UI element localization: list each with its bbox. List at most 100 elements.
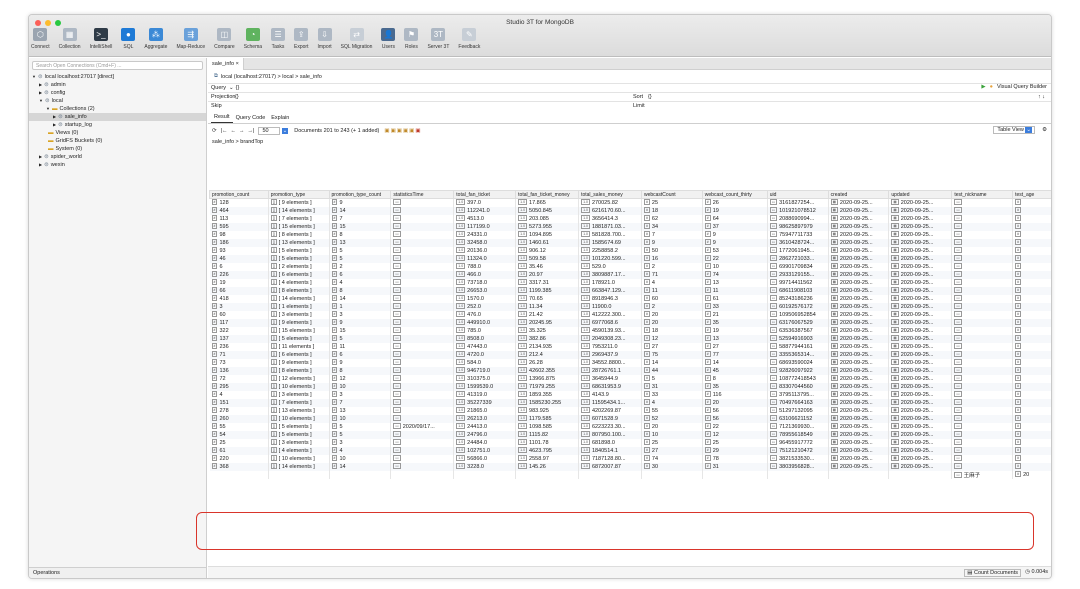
table-cell[interactable]: ▭ 51297132095 xyxy=(767,406,829,415)
view-mode-select[interactable]: Table View ⌄ xyxy=(993,126,1035,134)
table-cell[interactable]: #8 xyxy=(329,230,392,239)
table-cell[interactable]: ▭ xyxy=(390,246,455,255)
toolbar-import-button[interactable]: ⇩ Import xyxy=(317,28,332,50)
table-row[interactable]: #113[][ 7 elements ] #7 ▭ 1.0 4513.0 1.0 203.0… xyxy=(209,214,1051,223)
table-cell[interactable]: ▦ 2020-09-25... xyxy=(888,358,953,367)
chevron-down-icon[interactable]: ⌄ xyxy=(281,128,289,134)
tree-item-sale-info[interactable]: ▶ ⊜ sale_info xyxy=(29,113,206,121)
table-cell[interactable]: ▭ 3795113795... xyxy=(767,390,829,399)
table-cell[interactable]: 1.0 788.0 xyxy=(453,262,517,271)
column-header-created[interactable]: created xyxy=(827,190,890,199)
table-cell[interactable]: #113 xyxy=(209,214,269,223)
table-cell[interactable]: ▦ 2020-09-25... xyxy=(828,198,890,207)
tab-query-code[interactable]: Query Code xyxy=(233,115,269,123)
table-cell[interactable]: ▦ 2020-09-25... xyxy=(828,286,890,295)
table-cell[interactable]: 1.0 11595434.1... xyxy=(578,398,642,407)
table-cell[interactable]: #10 xyxy=(329,414,392,423)
table-cell[interactable]: #37 xyxy=(702,222,768,231)
table-cell[interactable]: ▦ 2020-09-25... xyxy=(888,390,953,399)
table-cell[interactable]: ▭ xyxy=(951,230,1014,239)
table-cell[interactable]: #10 xyxy=(702,262,768,271)
table-cell[interactable]: 1.0 1570.0 xyxy=(453,294,517,303)
toolbar-export-button[interactable]: ⇪ Export xyxy=(294,28,308,50)
table-cell[interactable]: 1.0 11.34 xyxy=(515,302,580,311)
table-cell[interactable]: ▭ 101921078512 xyxy=(767,206,829,215)
table-cell[interactable]: ▭ 2862721033... xyxy=(767,254,829,263)
table-cell[interactable]: ▦ 2020-09-25... xyxy=(828,262,890,271)
table-cell[interactable]: ▭ xyxy=(390,278,455,287)
table-cell[interactable]: ▭ 3610428724... xyxy=(767,238,829,247)
last-page-icon[interactable]: →| xyxy=(248,128,255,134)
table-row[interactable]: #66[][ 8 elements ] #8 ▭ 1.0 26653.0 1.0 1199.… xyxy=(209,286,1051,295)
table-cell[interactable]: #33 xyxy=(641,390,703,399)
table-cell[interactable]: 1.0 28726761.1 xyxy=(578,366,642,375)
table-cell[interactable]: ▭ 3803956828... xyxy=(767,462,829,471)
table-cell[interactable]: #20 xyxy=(641,310,703,319)
table-row[interactable]: #186[][ 13 elements ] #13 ▭ 1.0 32458.0 1.0 14… xyxy=(209,238,1051,247)
table-cell[interactable]: 1.0 4590139.93... xyxy=(578,326,642,335)
table-cell[interactable]: #18 xyxy=(641,326,703,335)
table-cell[interactable]: [][ 3 elements ] xyxy=(268,310,330,319)
table-cell[interactable]: 1.0 203.085 xyxy=(515,214,580,223)
table-cell[interactable]: #13 xyxy=(329,406,392,415)
table-cell[interactable]: ▭ xyxy=(951,342,1014,351)
table-cell[interactable]: #25 xyxy=(641,438,703,447)
close-icon[interactable]: × xyxy=(236,61,239,67)
table-cell[interactable]: # xyxy=(1012,278,1051,287)
table-cell[interactable]: #35 xyxy=(702,382,768,391)
tree-item-spider-world[interactable]: ▶ ⊜ spider_world xyxy=(29,153,206,161)
table-cell[interactable]: ▭ xyxy=(951,254,1014,263)
table-cell[interactable]: #4 xyxy=(329,278,392,287)
table-cell[interactable]: # xyxy=(1012,270,1051,279)
table-cell[interactable]: 1.0 41319.0 xyxy=(453,390,517,399)
table-cell[interactable]: #3 xyxy=(209,302,269,311)
table-cell[interactable]: ▦ 2020-09-25... xyxy=(888,430,953,439)
table-cell[interactable]: 1.0 1101.78 xyxy=(515,438,580,447)
table-cell[interactable]: #78 xyxy=(702,454,768,463)
table-cell[interactable]: #33 xyxy=(702,302,768,311)
first-page-icon[interactable]: |← xyxy=(221,128,228,134)
table-cell[interactable]: [][ 3 elements ] xyxy=(268,390,330,399)
table-cell[interactable]: [][ 15 elements ] xyxy=(268,326,330,335)
table-cell[interactable]: ▭ xyxy=(390,206,455,215)
table-cell[interactable]: 1.0 35227339 xyxy=(453,398,517,407)
table-row[interactable]: #322[][ 15 elements ] #15 ▭ 1.0 785.0 1.0 35.3… xyxy=(209,326,1051,335)
column-header-webcastcount[interactable]: webcastCount xyxy=(640,190,703,199)
column-header-updated[interactable]: updated xyxy=(888,190,953,199)
table-cell[interactable]: # xyxy=(1012,286,1051,295)
table-cell[interactable]: [][ 10 elements ] xyxy=(268,414,330,423)
table-cell[interactable]: ▦ 2020-09-25... xyxy=(888,318,953,327)
table-cell[interactable]: # xyxy=(1012,246,1051,255)
table-cell[interactable]: #50 xyxy=(641,246,703,255)
table-cell[interactable]: #151 xyxy=(209,398,269,407)
table-cell[interactable]: 1.0 4143.9 xyxy=(578,390,642,399)
table-cell[interactable] xyxy=(329,470,392,479)
table-cell[interactable]: ▭ 7121369930... xyxy=(767,422,829,431)
expand-arrow-icon[interactable]: ▶ xyxy=(39,162,42,167)
table-cell[interactable]: 1.0 212.4 xyxy=(515,350,580,359)
table-cell[interactable]: 1.0 1179.585 xyxy=(515,414,580,423)
table-cell[interactable]: # xyxy=(1012,222,1051,231)
table-cell[interactable]: 1.0 11324.0 xyxy=(453,254,517,263)
table-cell[interactable]: 1.0 26213.0 xyxy=(453,414,517,423)
toolbar-schema-button[interactable]: ◔ Schema xyxy=(244,28,262,50)
table-cell[interactable]: #74 xyxy=(702,270,768,279)
tab-sale-info[interactable]: sale_info × xyxy=(208,58,244,70)
table-cell[interactable]: 1.0 13966.875 xyxy=(515,374,580,383)
table-cell[interactable]: # xyxy=(1012,238,1051,247)
table-cell[interactable]: 1.0 20245.95 xyxy=(515,318,580,327)
table-cell[interactable]: ▦ 2020-09-25... xyxy=(828,430,890,439)
table-cell[interactable]: #31 xyxy=(702,462,768,471)
tab-explain[interactable]: Explain xyxy=(268,115,292,123)
table-cell[interactable]: #71 xyxy=(641,270,703,279)
table-cell[interactable]: 1.0 663847.129... xyxy=(578,286,642,295)
table-cell[interactable]: ▦ 2020-09-25... xyxy=(888,206,953,215)
table-cell[interactable]: ▭ xyxy=(390,438,455,447)
table-cell[interactable]: ▦ 2020-09-25... xyxy=(828,406,890,415)
table-cell[interactable]: #10 xyxy=(329,382,392,391)
table-cell[interactable]: #29 xyxy=(702,446,768,455)
table-cell[interactable]: 1.0 4202269.87 xyxy=(578,406,642,415)
table-cell[interactable]: 1.0 1098.585 xyxy=(515,422,580,431)
table-cell[interactable]: 1.0 70.65 xyxy=(515,294,580,303)
table-cell[interactable]: # xyxy=(1012,374,1051,383)
